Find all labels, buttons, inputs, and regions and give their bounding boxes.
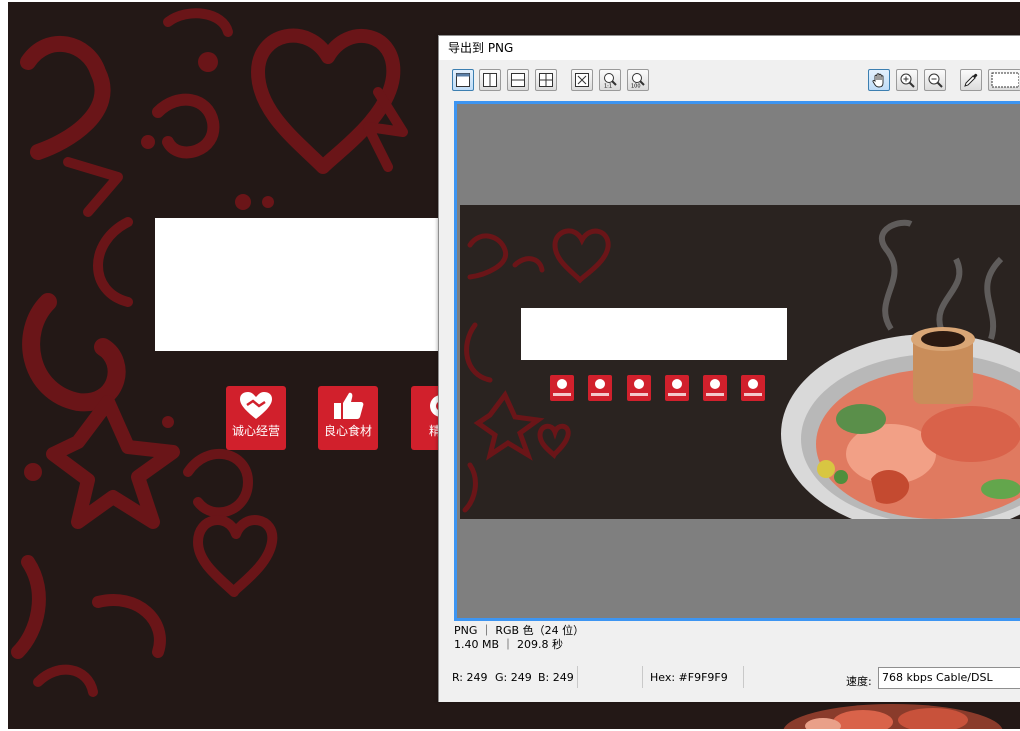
view-quad-icon [539, 73, 553, 87]
format-info: PNG ｜ RGB 色（24 位） [454, 624, 585, 637]
svg-text:100: 100 [631, 84, 641, 89]
thumb-badge [627, 375, 651, 401]
preview-pane[interactable] [454, 101, 1020, 621]
thumb-title-box [521, 308, 787, 360]
status-divider [577, 666, 578, 688]
view-single-button[interactable] [452, 69, 474, 91]
zoom-100-icon: 100 [631, 73, 645, 89]
title-placeholder-box [155, 218, 455, 351]
zoom-out-button[interactable] [924, 69, 946, 91]
view-split-vertical-button[interactable] [479, 69, 501, 91]
thumb-badge [550, 375, 574, 401]
zoom-100-button[interactable]: 100 [627, 69, 649, 91]
thumb-badge [741, 375, 765, 401]
eyedropper-icon [964, 73, 978, 87]
status-divider [642, 666, 643, 688]
hex-value: Hex: #F9F9F9 [650, 671, 728, 684]
color-swatch-button[interactable] [988, 69, 1020, 91]
export-png-dialog: 导出到 PNG 1:1 100 PNG ｜ RGB 色（24 位） 1.40 M… [438, 35, 1020, 702]
view-split-horizontal-button[interactable] [507, 69, 529, 91]
zoom-in-icon [900, 73, 915, 88]
hand-tool-button[interactable] [868, 69, 890, 91]
color-status-bar: R: 249 G: 249 B: 249 Hex: #F9F9F9 速度: 76… [439, 662, 1020, 692]
color-swatch-icon [991, 72, 1019, 88]
zoom-out-icon [928, 73, 943, 88]
svg-text:1:1: 1:1 [604, 84, 612, 89]
view-quad-button[interactable] [535, 69, 557, 91]
dialog-title: 导出到 PNG [439, 36, 1020, 60]
file-info: PNG ｜ RGB 色（24 位） 1.40 MB ｜ 209.8 秒 [454, 624, 584, 652]
zoom-1-1-icon: 1:1 [604, 73, 617, 89]
zoom-in-button[interactable] [896, 69, 918, 91]
fit-to-window-button[interactable] [571, 69, 593, 91]
thumbs-up-icon [334, 392, 364, 419]
thumb-badge [588, 375, 612, 401]
red-value: R: 249 [452, 671, 488, 684]
view-split-vertical-icon [483, 73, 497, 87]
eyedropper-button[interactable] [960, 69, 982, 91]
badge-label: 诚心经营 [231, 424, 280, 438]
hand-tool-icon [872, 73, 884, 88]
view-single-icon [456, 73, 470, 87]
size-info: 1.40 MB ｜ 209.8 秒 [454, 638, 564, 651]
heart-handshake-icon [240, 392, 272, 419]
fit-to-window-icon [575, 73, 589, 87]
connection-speed-select[interactable]: 768 kbps Cable/DSL [878, 667, 1020, 689]
badge-label: 良心食材 [323, 424, 372, 438]
speed-select-value: 768 kbps Cable/DSL [882, 671, 993, 684]
view-split-horizontal-icon [511, 73, 525, 87]
status-divider [743, 666, 744, 688]
preview-thumbnail [460, 205, 1020, 519]
preview-toolbar: 1:1 100 [439, 64, 1020, 98]
green-value: G: 249 [495, 671, 532, 684]
zoom-actual-size-button[interactable]: 1:1 [599, 69, 621, 91]
badge-sincere-operation: 诚心经营 [226, 386, 286, 450]
badge-quality-ingredients: 良心食材 [318, 386, 378, 450]
thumb-badge [703, 375, 727, 401]
thumb-badge [665, 375, 689, 401]
doodle-pattern [11, 8, 408, 697]
blue-value: B: 249 [538, 671, 574, 684]
hotpot-image [781, 219, 1020, 519]
speed-label: 速度: [846, 675, 872, 688]
